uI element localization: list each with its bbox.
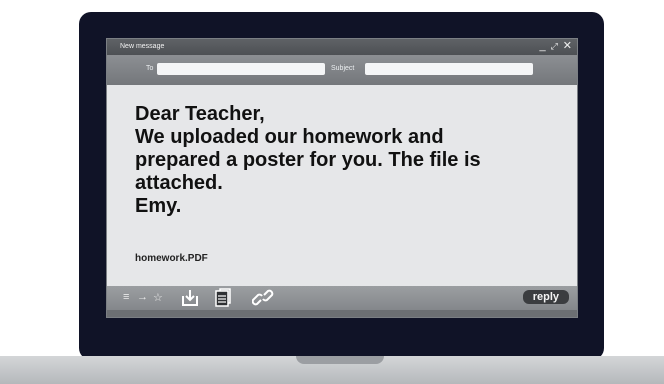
message-text: Dear Teacher, We uploaded our homework a…	[135, 103, 555, 218]
maximize-icon[interactable]: ⤢	[551, 40, 558, 53]
minimize-icon[interactable]: _	[539, 40, 545, 53]
document-icon[interactable]	[213, 288, 233, 308]
to-field[interactable]	[157, 63, 325, 75]
toolbar: ≡ → ☆ reply	[107, 286, 577, 310]
address-bar: To Subject	[107, 55, 577, 85]
link-icon[interactable]	[252, 288, 274, 308]
message-line: attached.	[135, 172, 223, 194]
window-bottom-edge	[107, 310, 577, 317]
message-body[interactable]: Dear Teacher, We uploaded our homework a…	[107, 85, 577, 286]
laptop-notch	[296, 356, 384, 364]
subject-label: Subject	[331, 65, 355, 72]
message-line: We uploaded our homework and	[135, 126, 444, 148]
forward-arrow-icon[interactable]: →	[137, 291, 148, 303]
subject-field[interactable]	[365, 63, 533, 75]
message-line: Dear Teacher,	[135, 103, 265, 125]
attachment-link[interactable]: homework.PDF	[135, 253, 208, 264]
menu-icon[interactable]: ≡	[123, 291, 129, 303]
download-icon[interactable]	[180, 288, 200, 308]
star-icon[interactable]: ☆	[153, 291, 163, 304]
close-icon[interactable]: ✕	[563, 40, 572, 53]
window-title: New message	[120, 43, 165, 50]
message-line: Emy.	[135, 195, 182, 217]
compose-window: New message _ ⤢ ✕ To Subject Dear Teache…	[106, 38, 578, 318]
to-label: To	[146, 65, 154, 72]
reply-button[interactable]: reply	[522, 290, 569, 304]
message-line: prepared a poster for you. The file is	[135, 149, 481, 171]
title-bar: New message _ ⤢ ✕	[107, 39, 577, 55]
window-controls: _ ⤢ ✕	[539, 40, 572, 53]
